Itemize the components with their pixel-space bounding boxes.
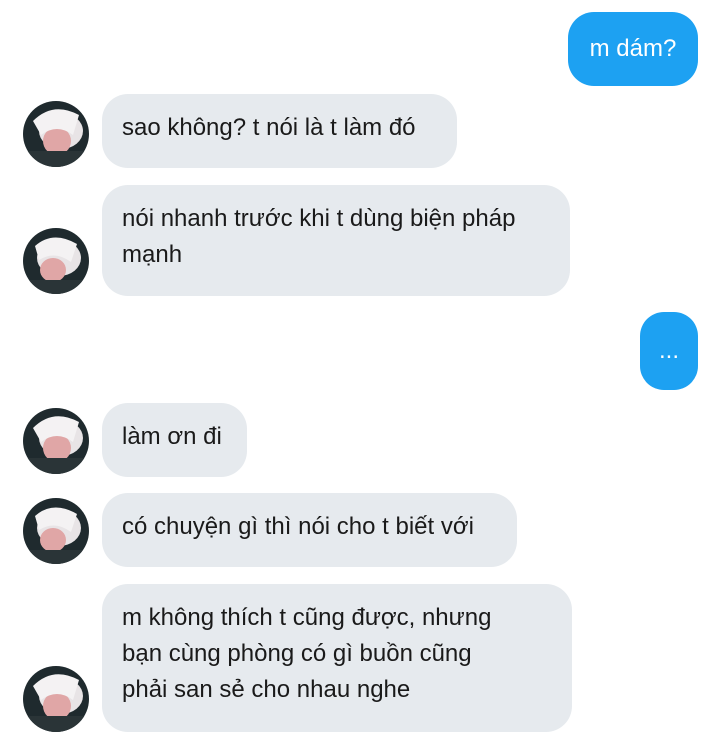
avatar-image	[23, 498, 89, 564]
avatar-image	[23, 101, 89, 167]
avatar[interactable]	[23, 228, 89, 294]
message-bubble-incoming[interactable]: nói nhanh trước khi t dùng biện pháp mạn…	[102, 185, 570, 296]
message-bubble-incoming[interactable]: sao không? t nói là t làm đó	[102, 94, 457, 168]
avatar[interactable]	[23, 408, 89, 474]
avatar-image	[23, 408, 89, 474]
avatar[interactable]	[23, 101, 89, 167]
avatar[interactable]	[23, 666, 89, 732]
message-bubble-incoming[interactable]: làm ơn đi	[102, 403, 247, 477]
avatar[interactable]	[23, 498, 89, 564]
avatar-image	[23, 228, 89, 294]
message-bubble-outgoing[interactable]: ...	[640, 312, 698, 390]
message-bubble-outgoing[interactable]: m dám?	[568, 12, 698, 86]
avatar-image	[23, 666, 89, 732]
message-bubble-incoming[interactable]: m không thích t cũng được, nhưng bạn cùn…	[102, 584, 572, 732]
message-bubble-incoming[interactable]: có chuyện gì thì nói cho t biết với	[102, 493, 517, 567]
